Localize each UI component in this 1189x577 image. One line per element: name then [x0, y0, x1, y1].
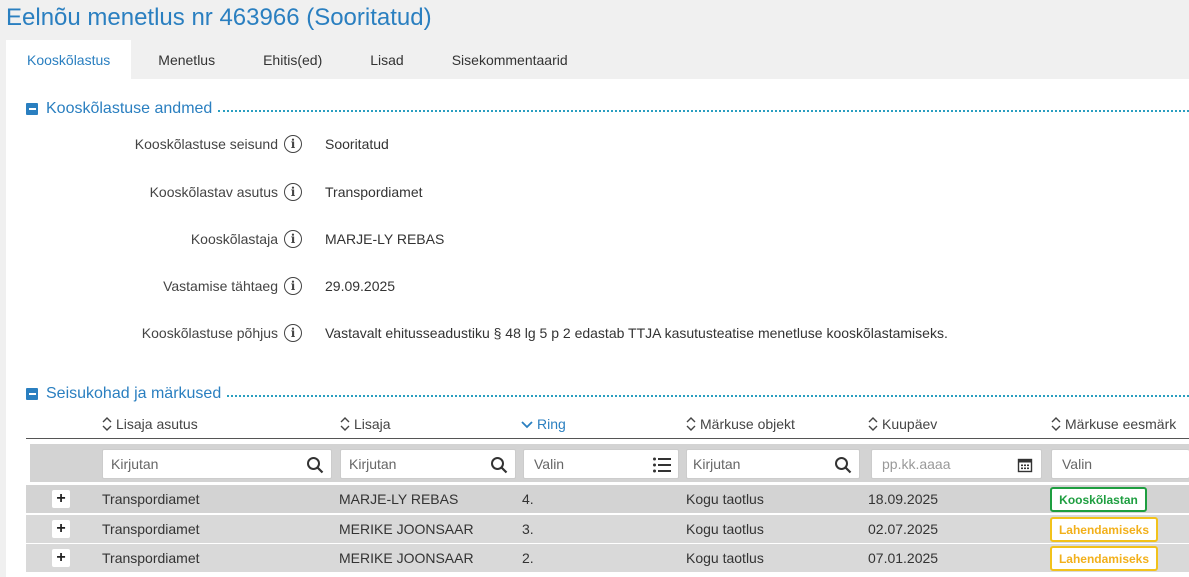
field-label: Vastamise tähtaeg	[163, 278, 278, 294]
column-label: Ring	[537, 416, 566, 432]
column-header-lisaja-asutus[interactable]: Lisaja asutus	[102, 414, 198, 434]
cell-lisaja: MARJE-LY REBAS	[339, 491, 459, 507]
cell-markuse-objekt: Kogu taotlus	[686, 550, 764, 566]
sort-icon	[340, 416, 350, 432]
section-header-seisukohad: Seisukohad ja märkused	[26, 384, 1189, 404]
filter-lisaja-asutus-input[interactable]	[111, 456, 331, 472]
sort-desc-icon	[521, 416, 533, 432]
cell-lisaja-asutus: Transpordiamet	[102, 491, 200, 507]
table-row[interactable]: + Transpordiamet MERIKE JOONSAAR 2. Kogu…	[26, 544, 1189, 573]
section-divider	[218, 110, 1189, 112]
filter-kuupaev	[871, 449, 1042, 479]
section-divider	[227, 395, 1189, 397]
filter-markuse-objekt	[686, 449, 860, 479]
cell-kuupaev: 18.09.2025	[868, 491, 939, 507]
cell-lisaja: MERIKE JOONSAAR	[339, 550, 474, 566]
column-label: Kuupäev	[882, 416, 938, 432]
field-value: 29.09.2025	[325, 278, 396, 294]
info-icon[interactable]: i	[284, 135, 302, 153]
field-value: Vastavalt ehitusseadustiku § 48 lg 5 p 2…	[325, 325, 948, 341]
tab-sisekommentaarid[interactable]: Sisekommentaarid	[431, 40, 589, 80]
column-label: Lisaja asutus	[116, 416, 198, 432]
tab-lisad[interactable]: Lisad	[349, 40, 424, 80]
filter-ring	[523, 449, 679, 479]
tab-panel: Kooskõlastuse andmed Kooskõlastuse seisu…	[6, 79, 1189, 577]
field-label: Kooskõlastav asutus	[149, 184, 278, 200]
column-label: Lisaja	[354, 416, 391, 432]
status-badge: Lahendamiseks	[1050, 546, 1158, 571]
info-icon[interactable]: i	[284, 230, 302, 248]
tab-kooskolastus[interactable]: Kooskõlastus	[6, 40, 132, 80]
tab-ehitised[interactable]: Ehitis(ed)	[242, 40, 343, 80]
expand-row-button[interactable]: +	[52, 520, 70, 538]
cell-lisaja-asutus: Transpordiamet	[102, 521, 200, 537]
field-asutus: Kooskõlastav asutus i Transpordiamet	[6, 181, 1189, 203]
collapse-icon[interactable]	[26, 388, 38, 400]
field-label: Kooskõlastaja	[190, 231, 278, 247]
cell-ring: 4.	[522, 491, 534, 507]
sort-icon	[686, 416, 696, 432]
column-label: Märkuse objekt	[700, 416, 795, 432]
section-title: Seisukohad ja märkused	[46, 385, 222, 402]
table-row[interactable]: + Transpordiamet MARJE-LY REBAS 4. Kogu …	[26, 485, 1189, 514]
field-label: Kooskõlastuse seisund	[134, 136, 278, 152]
info-icon[interactable]: i	[284, 183, 302, 201]
expand-row-button[interactable]: +	[52, 490, 70, 508]
cell-ring: 3.	[522, 521, 534, 537]
cell-markuse-objekt: Kogu taotlus	[686, 521, 764, 537]
cell-markuse-objekt: Kogu taotlus	[686, 491, 764, 507]
filter-markuse-eesmark-select[interactable]	[1062, 456, 1189, 472]
info-icon[interactable]: i	[284, 277, 302, 295]
filter-lisaja-asutus	[102, 449, 332, 479]
field-seisund: Kooskõlastuse seisund i Sooritatud	[6, 133, 1189, 155]
filter-bar	[30, 444, 1189, 482]
list-icon[interactable]	[652, 455, 672, 475]
sort-icon	[1051, 416, 1061, 432]
column-label: Märkuse eesmärk	[1065, 416, 1177, 432]
header-divider	[26, 438, 1189, 439]
section-title: Kooskõlastuse andmed	[46, 100, 213, 117]
info-icon[interactable]: i	[284, 324, 302, 342]
cell-kuupaev: 02.07.2025	[868, 521, 939, 537]
table-row[interactable]: + Transpordiamet MERIKE JOONSAAR 3. Kogu…	[26, 515, 1189, 544]
calendar-icon[interactable]	[1015, 455, 1035, 475]
field-tahtaeg: Vastamise tähtaeg i 29.09.2025	[6, 275, 1189, 297]
cell-kuupaev: 07.01.2025	[868, 550, 939, 566]
sort-icon	[102, 416, 112, 432]
expand-row-button[interactable]: +	[52, 549, 70, 567]
cell-lisaja: MERIKE JOONSAAR	[339, 521, 474, 537]
column-header-ring[interactable]: Ring	[521, 414, 566, 434]
column-header-kuupaev[interactable]: Kuupäev	[868, 414, 937, 434]
tab-menetlus[interactable]: Menetlus	[137, 40, 236, 80]
field-value: Transpordiamet	[325, 184, 423, 200]
tab-bar: Kooskõlastus Menetlus Ehitis(ed) Lisad S…	[6, 40, 589, 80]
page-title: Eelnõu menetlus nr 463966 (Sooritatud)	[6, 4, 432, 31]
search-icon[interactable]	[305, 455, 325, 475]
column-header-lisaja[interactable]: Lisaja	[340, 414, 391, 434]
field-value: Sooritatud	[325, 136, 389, 152]
cell-ring: 2.	[522, 550, 534, 566]
section-header-kooskolastuse-andmed: Kooskõlastuse andmed	[26, 99, 1189, 119]
status-badge: Lahendamiseks	[1050, 517, 1158, 542]
cell-lisaja-asutus: Transpordiamet	[102, 550, 200, 566]
status-badge: Kooskõlastan	[1050, 487, 1147, 512]
field-pohjus: Kooskõlastuse põhjus i Vastavalt ehituss…	[6, 322, 1189, 344]
search-icon[interactable]	[489, 455, 509, 475]
field-value: MARJE-LY REBAS	[325, 231, 445, 247]
field-kooskolastaja: Kooskõlastaja i MARJE-LY REBAS	[6, 228, 1189, 250]
column-header-markuse-objekt[interactable]: Märkuse objekt	[686, 414, 795, 434]
filter-markuse-eesmark	[1051, 449, 1189, 479]
field-label: Kooskõlastuse põhjus	[141, 325, 278, 341]
sort-icon	[868, 416, 878, 432]
collapse-icon[interactable]	[26, 103, 38, 115]
filter-lisaja	[340, 449, 516, 479]
column-header-markuse-eesmark[interactable]: Märkuse eesmärk	[1051, 414, 1176, 434]
search-icon[interactable]	[833, 455, 853, 475]
